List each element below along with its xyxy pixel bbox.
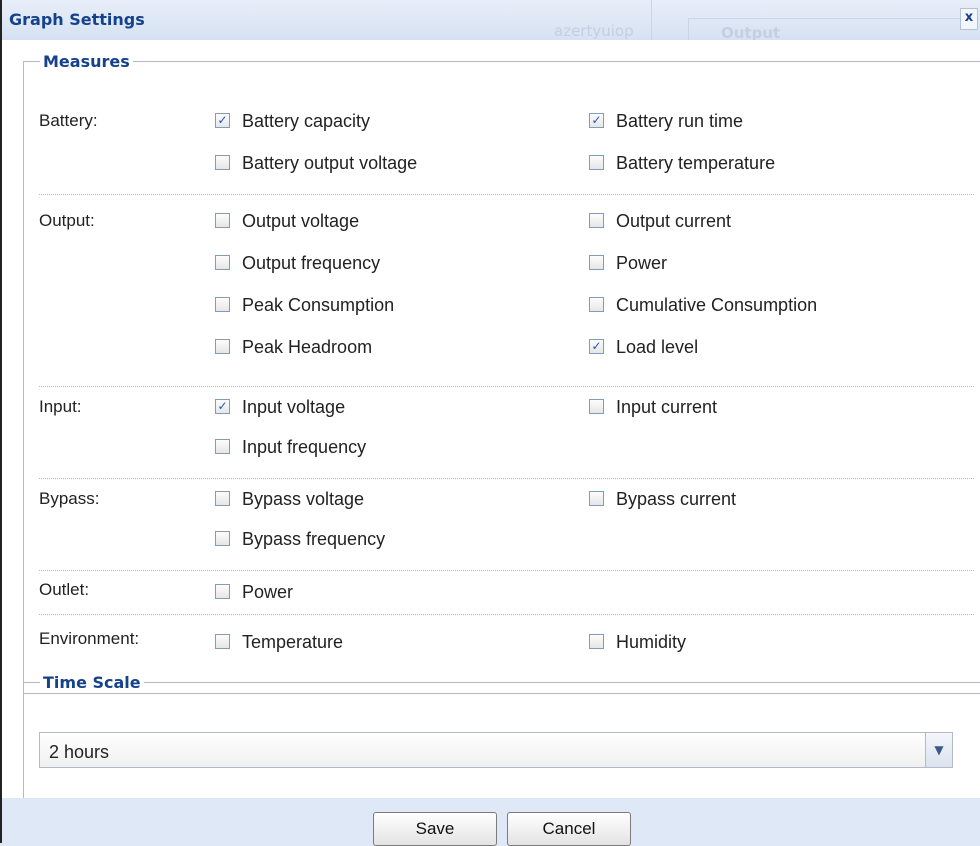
checkbox-input-current[interactable] <box>589 399 604 414</box>
checkbox-power[interactable] <box>589 255 604 270</box>
row-label-bypass: Bypass: <box>39 489 100 508</box>
checkbox-battery-capacity[interactable]: ✓ <box>215 113 230 128</box>
checkbox-peak-headroom[interactable] <box>215 339 230 354</box>
cancel-button[interactable]: Cancel <box>507 812 631 846</box>
checkbox-outlet-power[interactable] <box>215 584 230 599</box>
option-label: Battery capacity <box>242 111 371 131</box>
dialog-footer: Save Cancel <box>2 798 980 846</box>
save-button[interactable]: Save <box>373 812 497 846</box>
option-label: Cumulative Consumption <box>616 295 818 315</box>
option-label: Input voltage <box>242 397 346 417</box>
row-label-battery: Battery: <box>39 111 98 130</box>
checkbox-bypass-current[interactable] <box>589 491 604 506</box>
graph-settings-dialog: Graph Settings azertyuiop Output x Measu… <box>0 0 980 846</box>
checkbox-bypass-frequency[interactable] <box>215 531 230 546</box>
checkbox-peak-consumption[interactable] <box>215 297 230 312</box>
option-label: Peak Consumption <box>242 295 395 315</box>
row-output: Output: Output voltage Output current Ou… <box>39 211 974 387</box>
checkbox-output-current[interactable] <box>589 213 604 228</box>
row-bypass: Bypass: Bypass voltage Bypass current By… <box>39 489 974 571</box>
option-label: Load level <box>616 337 699 357</box>
checkbox-input-frequency[interactable] <box>215 439 230 454</box>
measures-legend: Measures <box>43 52 130 71</box>
time-scale-fieldset: Time Scale 2 hours ▼ <box>23 673 980 811</box>
time-scale-value: 2 hours <box>49 742 110 762</box>
option-label: Battery temperature <box>616 153 776 173</box>
option-label: Bypass current <box>616 489 737 509</box>
row-label-environment: Environment: <box>39 629 140 648</box>
option-label: Bypass voltage <box>242 489 365 509</box>
option-label: Temperature <box>242 632 344 652</box>
checkbox-output-frequency[interactable] <box>215 255 230 270</box>
row-label-input: Input: <box>39 397 82 416</box>
checkbox-bypass-voltage[interactable] <box>215 491 230 506</box>
option-label: Output current <box>616 211 732 231</box>
row-outlet: Outlet: Power <box>39 580 974 615</box>
chevron-down-icon[interactable]: ▼ <box>925 732 953 768</box>
row-input: Input: ✓ Input voltage Input current Inp… <box>39 397 974 479</box>
option-label: Battery run time <box>616 111 744 131</box>
dialog-body: Measures Battery: ✓ Battery capacity ✓ B… <box>2 40 980 811</box>
checkbox-battery-output-voltage[interactable] <box>215 155 230 170</box>
time-scale-legend: Time Scale <box>43 673 141 692</box>
option-label: Output frequency <box>242 253 381 273</box>
option-label: Humidity <box>616 632 687 652</box>
row-label-output: Output: <box>39 211 95 230</box>
time-scale-select[interactable]: 2 hours ▼ <box>39 732 953 768</box>
checkbox-input-voltage[interactable]: ✓ <box>215 399 230 414</box>
option-label: Output voltage <box>242 211 360 231</box>
option-label: Input current <box>616 397 718 417</box>
option-label: Power <box>242 582 294 602</box>
row-label-outlet: Outlet: <box>39 580 90 599</box>
option-label: Battery output voltage <box>242 153 418 173</box>
checkbox-battery-run-time[interactable]: ✓ <box>589 113 604 128</box>
dialog-title: Graph Settings <box>9 10 145 29</box>
row-battery: Battery: ✓ Battery capacity ✓ Battery ru… <box>39 111 974 195</box>
option-label: Input frequency <box>242 437 367 457</box>
option-label: Bypass frequency <box>242 529 386 549</box>
checkbox-temperature[interactable] <box>215 634 230 649</box>
checkbox-output-voltage[interactable] <box>215 213 230 228</box>
measures-fieldset: Measures Battery: ✓ Battery capacity ✓ B… <box>23 52 980 694</box>
dialog-titlebar[interactable]: Graph Settings azertyuiop Output x <box>2 0 980 42</box>
option-label: Peak Headroom <box>242 337 373 357</box>
option-label: Power <box>616 253 668 273</box>
close-icon[interactable]: x <box>960 8 978 30</box>
checkbox-cumulative-consumption[interactable] <box>589 297 604 312</box>
background-fieldset: Output <box>688 18 979 42</box>
row-environment: Environment: Temperature Humidity <box>39 629 974 659</box>
checkbox-battery-temperature[interactable] <box>589 155 604 170</box>
checkbox-load-level[interactable]: ✓ <box>589 339 604 354</box>
checkbox-humidity[interactable] <box>589 634 604 649</box>
